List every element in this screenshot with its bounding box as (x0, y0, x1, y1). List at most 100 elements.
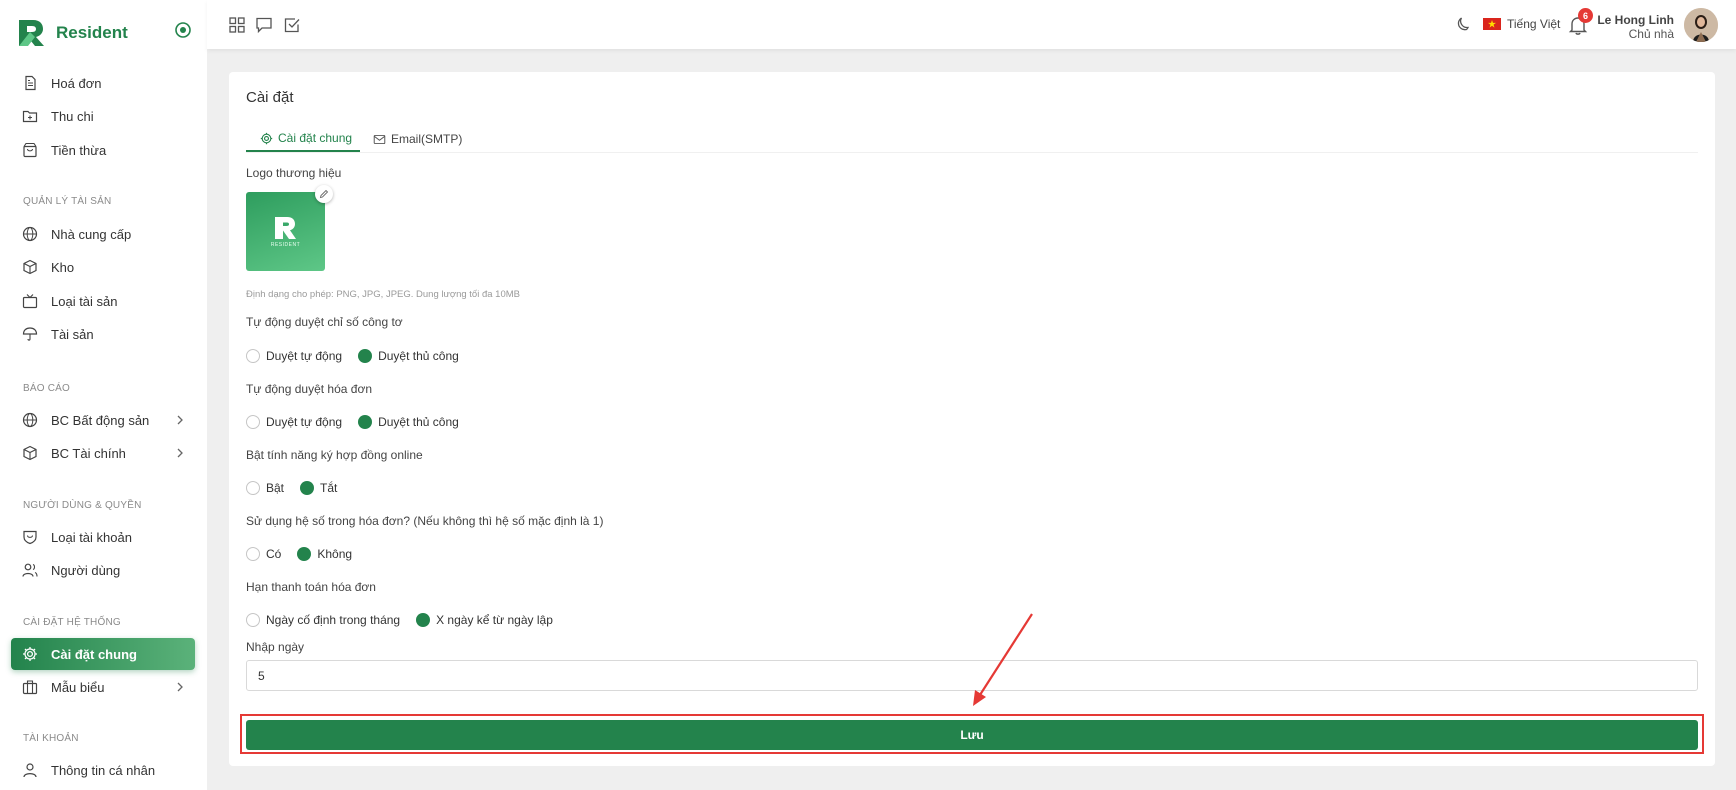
briefcase-icon (22, 679, 38, 695)
grid-icon[interactable] (228, 16, 246, 34)
logo-wordmark: RESIDENT (270, 241, 301, 248)
user-name[interactable]: Le Hong Linh (1597, 13, 1674, 27)
radio-dot (246, 547, 260, 561)
vietnam-flag-icon (1483, 18, 1501, 30)
sidebar-item-label: Người dùng (51, 562, 121, 578)
due-x-days-radio[interactable]: X ngày kể từ ngày lập (416, 613, 553, 627)
language-selector[interactable]: Tiếng Việt (1483, 17, 1560, 31)
tab-divider (246, 152, 1698, 153)
meter-approval-group: Duyệt tự động Duyệt thủ công (246, 348, 459, 364)
mail-icon (373, 134, 386, 144)
radio-label: Ngày cố định trong tháng (266, 613, 401, 627)
save-button[interactable]: Lưu (246, 720, 1698, 750)
gear-icon (260, 132, 273, 144)
sidebar-item-label: Nhà cung cấp (51, 226, 132, 242)
sidebar-item-account-types[interactable]: Loại tài khoản (11, 521, 195, 553)
sidebar-item-label: Cài đặt chung (51, 646, 137, 662)
sidebar-item-templates[interactable]: Mẫu biểu (11, 671, 195, 703)
radio-dot (297, 547, 312, 561)
days-input-label: Nhập ngày (246, 640, 305, 654)
brand-logo-preview[interactable]: RESIDENT (246, 192, 325, 271)
box-icon (22, 259, 38, 275)
edit-logo-button[interactable] (315, 185, 333, 203)
sidebar-item-suppliers[interactable]: Nhà cung cấp (11, 218, 195, 250)
chevron-right-icon (177, 415, 183, 425)
sidebar-item-report-realestate[interactable]: BC Bất động sản (11, 404, 195, 436)
sidebar-item-invoices[interactable]: Hoá đơn (11, 67, 195, 99)
tab-general-settings[interactable]: Cài đặt chung (246, 126, 360, 152)
sidebar-item-warehouse[interactable]: Kho (11, 251, 195, 283)
folder-plus-icon (22, 108, 38, 124)
tab-email-smtp[interactable]: Email(SMTP) (373, 126, 462, 152)
moon-icon[interactable] (1454, 16, 1472, 34)
sidebar-item-users[interactable]: Người dùng (11, 554, 195, 586)
file-icon (22, 75, 38, 91)
sidebar-item-assets[interactable]: Tài sản (11, 318, 195, 350)
contract-on-radio[interactable]: Bật (246, 481, 284, 495)
users-icon (22, 562, 38, 578)
checkbox-icon[interactable] (283, 16, 301, 34)
target-icon[interactable] (174, 21, 192, 39)
radio-label: Duyệt tự động (266, 349, 343, 363)
radio-dot (416, 613, 431, 627)
section-title-system: CÀI ĐẶT HỆ THỐNG (23, 617, 121, 628)
section-title-reports: BÁO CÁO (23, 383, 70, 394)
brand-name: Resident (56, 23, 128, 42)
meter-auto-radio[interactable]: Duyệt tự động (246, 349, 342, 363)
sidebar-item-label: BC Bất động sản (51, 412, 150, 428)
sidebar-item-income-expense[interactable]: Thu chi (11, 100, 195, 132)
sidebar-item-label: Tài sản (51, 326, 94, 342)
sidebar-item-label: Hoá đơn (51, 75, 102, 91)
radio-label: Duyệt tự động (266, 415, 343, 429)
contract-off-radio[interactable]: Tắt (300, 481, 337, 495)
sidebar-item-asset-types[interactable]: Loại tài sản (11, 285, 195, 317)
invoice-manual-radio[interactable]: Duyệt thủ công (358, 415, 459, 429)
due-fixed-day-radio[interactable]: Ngày cố định trong tháng (246, 613, 400, 627)
online-contract-label: Bật tính năng ký hợp đồng online (246, 448, 423, 462)
invoice-approval-group: Duyệt tự động Duyệt thủ công (246, 414, 459, 430)
radio-label: Có (266, 547, 282, 561)
language-label: Tiếng Việt (1507, 17, 1561, 31)
days-input[interactable] (246, 660, 1698, 691)
invoice-approval-label: Tự động duyệt hóa đơn (246, 382, 372, 396)
settings-card: Cài đặt Cài đặt chung Email(SMTP) Logo t… (229, 72, 1715, 766)
page-title: Cài đặt (246, 89, 294, 106)
radio-label: Duyệt thủ công (378, 349, 459, 363)
coefficient-group: Có Không (246, 546, 352, 562)
resident-logo-icon (274, 216, 296, 239)
pencil-icon (319, 189, 329, 199)
sidebar-item-report-finance[interactable]: BC Tài chính (11, 437, 195, 469)
brand[interactable]: Resident (16, 18, 128, 48)
sidebar-item-surplus[interactable]: Tiền thừa (11, 134, 195, 166)
sidebar-item-label: BC Tài chính (51, 445, 126, 461)
sidebar: Resident Hoá đơn Thu chi Tiền thừa QUẢN … (0, 0, 207, 790)
online-contract-group: Bật Tắt (246, 480, 337, 496)
tab-label: Cài đặt chung (278, 131, 353, 145)
sidebar-item-label: Loại tài khoản (51, 529, 132, 545)
tv-icon (22, 293, 38, 309)
meter-manual-radio[interactable]: Duyệt thủ công (358, 349, 459, 363)
coefficient-label: Sử dụng hệ số trong hóa đơn? (Nếu không … (246, 514, 604, 528)
radio-dot (358, 349, 373, 363)
box-icon (22, 445, 38, 461)
invoice-auto-radio[interactable]: Duyệt tự động (246, 415, 342, 429)
user-role: Chủ nhà (1628, 27, 1674, 41)
radio-label: Không (317, 547, 353, 561)
radio-dot (246, 481, 260, 495)
section-title-assets: QUẢN LÝ TÀI SẢN (23, 196, 112, 207)
user-icon (22, 762, 38, 778)
radio-dot (358, 415, 373, 429)
radio-dot (300, 481, 315, 495)
sidebar-item-label: Thông tin cá nhân (51, 762, 156, 778)
coefficient-no-radio[interactable]: Không (297, 547, 352, 561)
globe-icon (22, 412, 38, 428)
globe-icon (22, 226, 38, 242)
sidebar-item-profile[interactable]: Thông tin cá nhân (11, 754, 195, 786)
sidebar-item-general-settings[interactable]: Cài đặt chung (11, 638, 195, 670)
chevron-right-icon (177, 682, 183, 692)
sidebar-item-label: Mẫu biểu (51, 679, 105, 695)
logo-format-hint: Định dạng cho phép: PNG, JPG, JPEG. Dung… (246, 289, 520, 300)
chat-icon[interactable] (255, 16, 273, 34)
coefficient-yes-radio[interactable]: Có (246, 547, 281, 561)
avatar[interactable] (1684, 8, 1718, 42)
